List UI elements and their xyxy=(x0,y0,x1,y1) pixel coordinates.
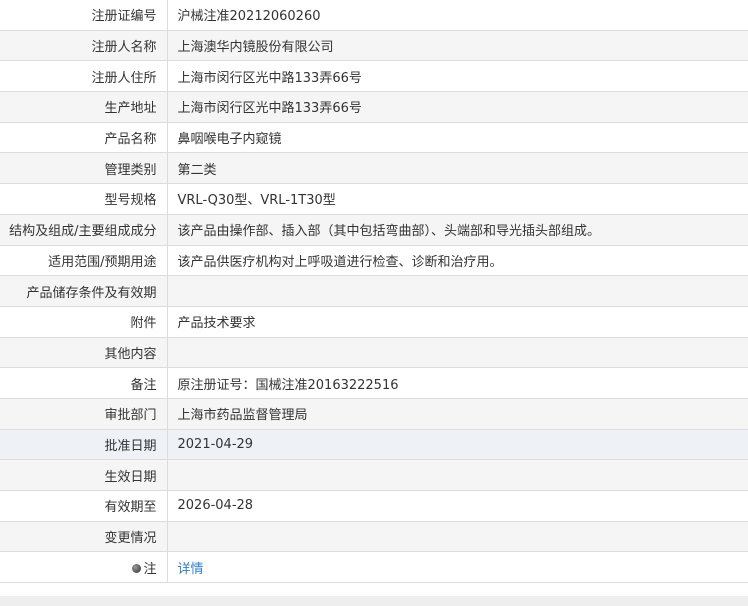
value-registrant-address: 上海市闵行区光中路133弄66号 xyxy=(167,60,748,93)
label-change-status: 变更情况 xyxy=(0,521,168,553)
row-registration-number: 注册证编号 沪械注准20212060260 xyxy=(0,0,748,31)
value-approval-department: 上海市药品监督管理局 xyxy=(167,398,748,430)
label-intended-use: 适用范围/预期用途 xyxy=(0,245,168,277)
label-management-category: 管理类别 xyxy=(0,152,168,185)
value-product-name: 鼻咽喉电子内窥镜 xyxy=(167,122,748,154)
row-remarks: 备注 原注册证号：国械注准20163222516 xyxy=(0,367,748,399)
value-structure-composition: 该产品由操作部、插入部（其中包括弯曲部）、头端部和导光插头部组成。 xyxy=(167,214,748,246)
row-registrant-address: 注册人住所 上海市闵行区光中路133弄66号 xyxy=(0,60,748,93)
row-storage-conditions: 产品储存条件及有效期 xyxy=(0,275,748,307)
value-effective-date xyxy=(167,459,748,491)
value-registration-number: 沪械注准20212060260 xyxy=(167,0,748,31)
value-other-content xyxy=(167,337,748,369)
row-valid-until: 有效期至 2026-04-28 xyxy=(0,490,748,522)
registration-info-table: 注册证编号 沪械注准20212060260 注册人名称 上海澳华内镜股份有限公司… xyxy=(0,0,748,584)
row-change-status: 变更情况 xyxy=(0,521,748,553)
label-registrant-name: 注册人名称 xyxy=(0,30,168,62)
label-storage-conditions: 产品储存条件及有效期 xyxy=(0,275,168,307)
footer-bar xyxy=(0,596,748,606)
details-link[interactable]: 详情 xyxy=(178,562,204,577)
label-remarks: 备注 xyxy=(0,367,168,399)
row-production-address: 生产地址 上海市闵行区光中路133弄66号 xyxy=(0,91,748,123)
row-approval-department: 审批部门 上海市药品监督管理局 xyxy=(0,398,748,430)
value-valid-until: 2026-04-28 xyxy=(167,490,748,522)
row-note: 注 详情 xyxy=(0,551,748,584)
label-approval-date: 批准日期 xyxy=(0,429,168,461)
label-registration-number: 注册证编号 xyxy=(0,0,168,31)
value-change-status xyxy=(167,521,748,553)
row-approval-date: 批准日期 2021-04-29 xyxy=(0,429,748,461)
row-registrant-name: 注册人名称 上海澳华内镜股份有限公司 xyxy=(0,30,748,62)
value-storage-conditions xyxy=(167,275,748,307)
note-label-text: 注 xyxy=(143,561,157,577)
value-production-address: 上海市闵行区光中路133弄66号 xyxy=(167,91,748,123)
row-effective-date: 生效日期 xyxy=(0,459,748,491)
row-intended-use: 适用范围/预期用途 该产品供医疗机构对上呼吸道进行检查、诊断和治疗用。 xyxy=(0,245,748,277)
value-management-category: 第二类 xyxy=(167,152,748,185)
value-intended-use: 该产品供医疗机构对上呼吸道进行检查、诊断和治疗用。 xyxy=(167,245,748,277)
row-other-content: 其他内容 xyxy=(0,337,748,369)
value-registrant-name: 上海澳华内镜股份有限公司 xyxy=(167,30,748,62)
row-attachments: 附件 产品技术要求 xyxy=(0,306,748,338)
label-registrant-address: 注册人住所 xyxy=(0,60,168,93)
label-model-spec: 型号规格 xyxy=(0,183,168,215)
label-production-address: 生产地址 xyxy=(0,91,168,123)
label-other-content: 其他内容 xyxy=(0,337,168,369)
value-note: 详情 xyxy=(167,551,748,584)
row-model-spec: 型号规格 VRL-Q30型、VRL-1T30型 xyxy=(0,183,748,215)
label-approval-department: 审批部门 xyxy=(0,398,168,430)
value-remarks: 原注册证号：国械注准20163222516 xyxy=(167,367,748,399)
registration-detail-page: 注册证编号 沪械注准20212060260 注册人名称 上海澳华内镜股份有限公司… xyxy=(0,0,748,606)
label-note: 注 xyxy=(0,551,168,584)
value-approval-date: 2021-04-29 xyxy=(167,429,748,461)
row-structure-composition: 结构及组成/主要组成成分 该产品由操作部、插入部（其中包括弯曲部）、头端部和导光… xyxy=(0,214,748,246)
value-model-spec: VRL-Q30型、VRL-1T30型 xyxy=(167,183,748,215)
label-effective-date: 生效日期 xyxy=(0,459,168,491)
label-valid-until: 有效期至 xyxy=(0,490,168,522)
row-product-name: 产品名称 鼻咽喉电子内窥镜 xyxy=(0,122,748,154)
bulb-icon xyxy=(132,563,142,573)
label-product-name: 产品名称 xyxy=(0,122,168,154)
value-attachments: 产品技术要求 xyxy=(167,306,748,338)
label-attachments: 附件 xyxy=(0,306,168,338)
row-management-category: 管理类别 第二类 xyxy=(0,152,748,185)
label-structure-composition: 结构及组成/主要组成成分 xyxy=(0,214,168,246)
